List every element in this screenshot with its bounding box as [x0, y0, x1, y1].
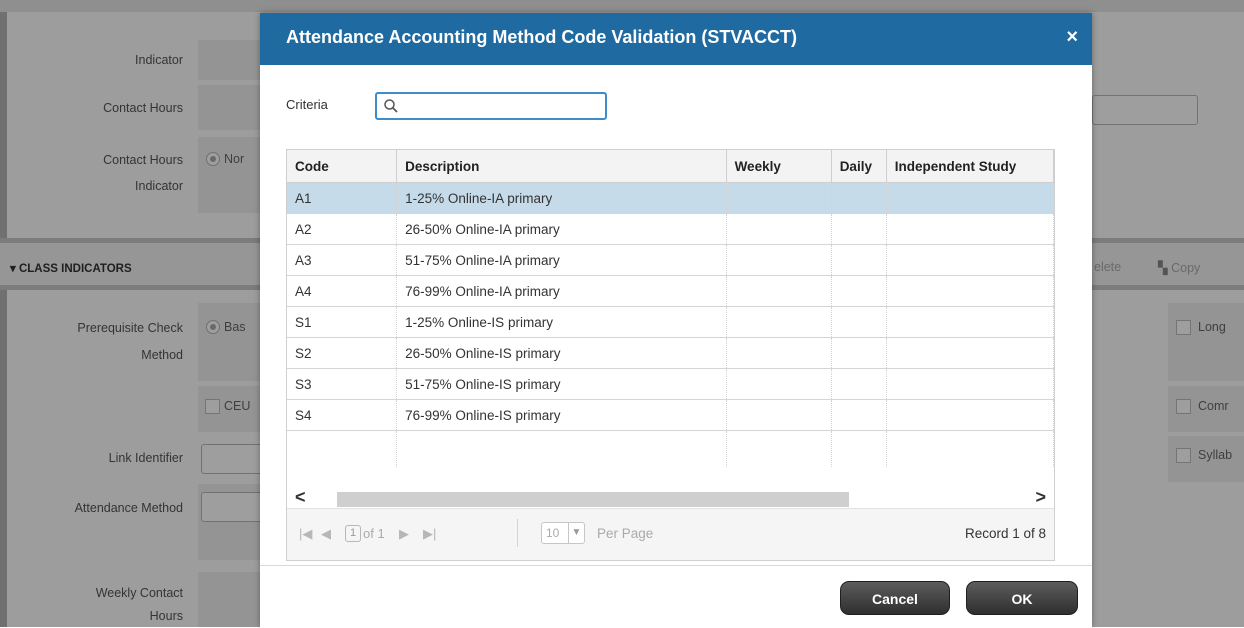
cell-description: 76-99% Online-IS primary: [396, 399, 727, 431]
cell-independent: [886, 306, 1054, 338]
pager-divider: [517, 519, 518, 547]
chevron-down-icon: ▼: [568, 523, 584, 543]
criteria-input[interactable]: [403, 97, 603, 117]
cell-description: 26-50% Online-IS primary: [396, 337, 727, 369]
page-count: of 1: [363, 526, 385, 541]
cell-weekly: [726, 399, 832, 431]
cell-code: A1: [287, 182, 398, 214]
results-table: Code Description Weekly Daily Independen…: [287, 150, 1054, 467]
cell-daily: [831, 275, 887, 307]
cell-independent: [886, 399, 1054, 431]
cancel-button[interactable]: Cancel: [840, 581, 950, 615]
cell-independent: [886, 182, 1054, 214]
empty-cell: [396, 430, 727, 467]
header-row: Code Description Weekly Daily Independen…: [287, 150, 1054, 183]
column-header-daily[interactable]: Daily: [831, 150, 887, 183]
cell-code: A4: [287, 275, 398, 307]
validation-dialog: Attendance Accounting Method Code Valida…: [260, 13, 1092, 628]
criteria-search-box[interactable]: [375, 92, 607, 120]
last-page-icon[interactable]: ▶|: [423, 526, 436, 542]
empty-row: [287, 430, 1054, 467]
cell-weekly: [726, 275, 832, 307]
ok-button[interactable]: OK: [966, 581, 1078, 615]
page-size-value: 10: [546, 526, 560, 540]
table-row[interactable]: A2 26-50% Online-IA primary: [287, 213, 1054, 245]
cell-description: 1-25% Online-IS primary: [396, 306, 727, 338]
per-page-label: Per Page: [597, 526, 654, 541]
page-size-select[interactable]: 10 ▼: [541, 522, 585, 544]
cell-code: A3: [287, 244, 398, 276]
dialog-footer: Cancel OK: [260, 565, 1092, 628]
cell-code: S4: [287, 399, 398, 431]
cell-weekly: [726, 306, 832, 338]
cell-daily: [831, 244, 887, 276]
cell-description: 51-75% Online-IA primary: [396, 244, 727, 276]
table-row[interactable]: A1 1-25% Online-IA primary: [287, 182, 1054, 214]
cell-description: 26-50% Online-IA primary: [396, 213, 727, 245]
cell-weekly: [726, 244, 832, 276]
dialog-title: Attendance Accounting Method Code Valida…: [286, 27, 797, 47]
cell-daily: [831, 368, 887, 400]
table-row[interactable]: S3 51-75% Online-IS primary: [287, 368, 1054, 400]
cell-daily: [831, 337, 887, 369]
scroll-left-icon[interactable]: <: [295, 487, 306, 508]
table-row[interactable]: S4 76-99% Online-IS primary: [287, 399, 1054, 431]
cell-weekly: [726, 182, 832, 214]
grid-body: A1 1-25% Online-IA primary A2 26-50% Online…: [287, 182, 1054, 467]
cell-daily: [831, 306, 887, 338]
cell-independent: [886, 368, 1054, 400]
next-page-icon[interactable]: ▶: [399, 526, 409, 542]
cell-weekly: [726, 368, 832, 400]
results-grid: Code Description Weekly Daily Independen…: [286, 149, 1055, 561]
pagination-bar: |◀ ◀ 1 of 1 ▶ ▶| 10 ▼ Per Page Record 1 …: [287, 508, 1054, 560]
cell-daily: [831, 399, 887, 431]
current-page-input[interactable]: 1: [345, 525, 361, 542]
criteria-label: Criteria: [286, 97, 328, 112]
scroll-thumb[interactable]: [337, 492, 849, 507]
table-row[interactable]: S1 1-25% Online-IS primary: [287, 306, 1054, 338]
cell-code: S1: [287, 306, 398, 338]
cell-weekly: [726, 337, 832, 369]
record-count: Record 1 of 8: [964, 526, 1046, 541]
cell-code: A2: [287, 213, 398, 245]
empty-cell: [726, 430, 832, 467]
column-header-code[interactable]: Code: [287, 150, 398, 183]
cell-description: 1-25% Online-IA primary: [396, 182, 727, 214]
cell-independent: [886, 275, 1054, 307]
empty-cell: [287, 430, 398, 467]
cell-daily: [831, 213, 887, 245]
search-icon: [384, 99, 398, 113]
table-row[interactable]: A3 51-75% Online-IA primary: [287, 244, 1054, 276]
column-header-description[interactable]: Description: [396, 150, 727, 183]
column-header-weekly[interactable]: Weekly: [726, 150, 832, 183]
close-icon[interactable]: ×: [1066, 26, 1078, 49]
table-row[interactable]: A4 76-99% Online-IA primary: [287, 275, 1054, 307]
column-header-independent-study[interactable]: Independent Study: [886, 150, 1054, 183]
cell-daily: [831, 182, 887, 214]
cell-independent: [886, 213, 1054, 245]
cell-description: 51-75% Online-IS primary: [396, 368, 727, 400]
horizontal-scrollbar[interactable]: < >: [287, 487, 1054, 508]
scroll-right-icon[interactable]: >: [1035, 487, 1046, 508]
empty-cell: [831, 430, 887, 467]
cell-code: S3: [287, 368, 398, 400]
empty-cell: [886, 430, 1054, 467]
cell-independent: [886, 244, 1054, 276]
cell-code: S2: [287, 337, 398, 369]
cell-description: 76-99% Online-IA primary: [396, 275, 727, 307]
cell-weekly: [726, 213, 832, 245]
table-row[interactable]: S2 26-50% Online-IS primary: [287, 337, 1054, 369]
cell-independent: [886, 337, 1054, 369]
dialog-header: Attendance Accounting Method Code Valida…: [260, 13, 1092, 65]
first-page-icon[interactable]: |◀: [299, 526, 312, 542]
prev-page-icon[interactable]: ◀: [321, 526, 331, 542]
